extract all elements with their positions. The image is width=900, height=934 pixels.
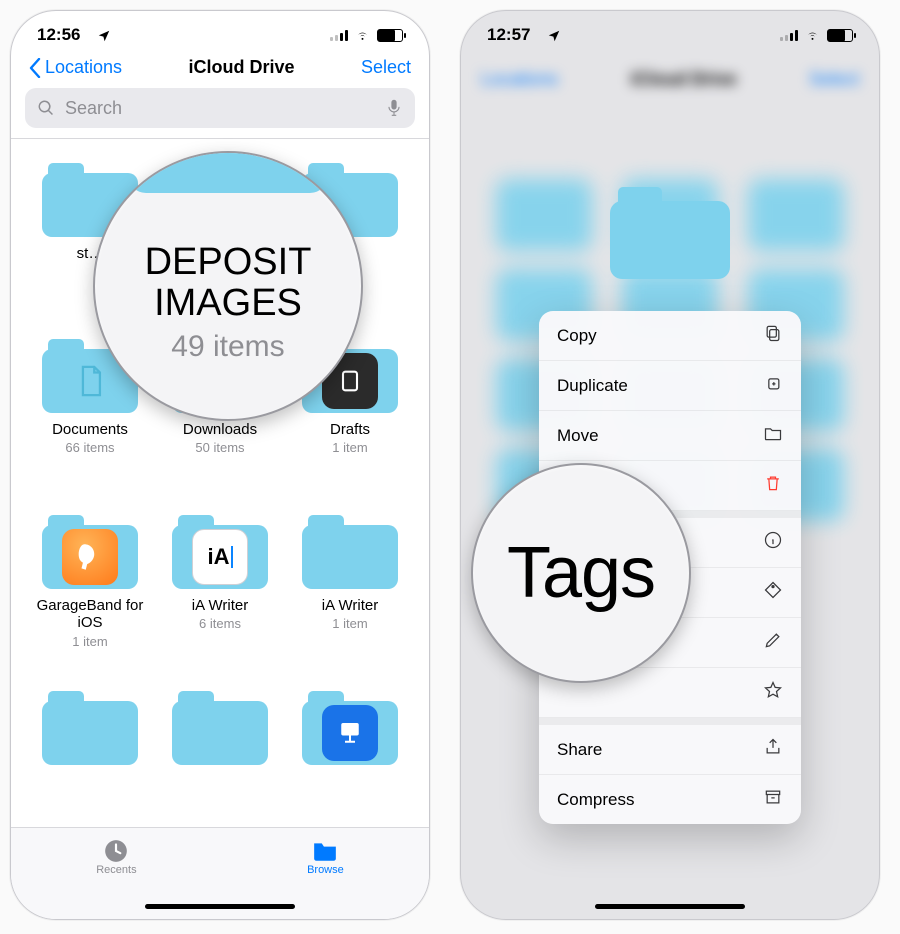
folder-item[interactable]: GarageBand for iOS 1 item [25,515,155,685]
folder-icon [310,838,340,864]
copy-icon [763,323,783,348]
folder-peek-icon [128,151,328,193]
folder-subtitle: 50 items [195,440,244,455]
menu-item-label: Share [557,740,763,760]
callout-deposit-images: DEPOSIT IMAGES 49 items [93,151,363,421]
search-field[interactable] [25,88,415,128]
plain-icon [172,701,268,765]
status-time: 12:57 [487,25,530,45]
cellular-icon [780,29,798,41]
tab-recents[interactable]: Recents [96,838,136,876]
nav-bar: Locations iCloud Drive Select [11,51,429,88]
battery-icon [827,29,853,42]
ia-icon: iA [172,525,268,589]
screenshot-browse: 12:56 Locations iCloud Drive Select [10,10,430,920]
star-icon [763,680,783,705]
callout-line1: DEPOSIT [145,241,312,283]
callout-tags: Tags [471,463,691,683]
gb-icon [42,525,138,589]
folder-name: Downloads [183,421,257,438]
plain-icon [42,701,138,765]
back-button[interactable]: Locations [29,57,122,78]
menu-item-label: Duplicate [557,376,763,396]
blurred-nav: LocationsiCloud DriveSelect [461,63,879,96]
tab-bar: Recents Browse [11,827,429,919]
menu-item-archive[interactable]: Compress [539,775,801,824]
home-indicator[interactable] [595,904,745,909]
location-arrow-icon [547,28,561,48]
tag-icon [763,580,783,605]
status-time: 12:56 [37,25,80,45]
screenshot-context-menu: 12:57 LocationsiCloud DriveSelect Copy Du… [460,10,880,920]
folder-subtitle: 1 item [72,634,107,649]
menu-item-label: Move [557,426,763,446]
folder-subtitle: 1 item [332,440,367,455]
tab-browse[interactable]: Browse [307,838,344,876]
pencil-icon [763,630,783,655]
focused-folder[interactable] [610,187,730,279]
plain-icon [302,525,398,589]
menu-item-copy[interactable]: Copy [539,311,801,361]
wifi-icon [354,29,371,42]
battery-icon [377,29,403,42]
folder-subtitle: 1 item [332,616,367,631]
menu-item-label: Copy [557,326,763,346]
menu-item-share[interactable]: Share [539,725,801,775]
location-arrow-icon [97,28,111,48]
folder-name: iA Writer [322,597,378,614]
search-icon [37,99,55,117]
status-bar: 12:57 [461,11,879,51]
callout-text: Tags [507,532,655,614]
status-bar: 12:56 [11,11,429,51]
menu-item-folder[interactable]: Move [539,411,801,461]
tab-browse-label: Browse [307,864,344,876]
search-input[interactable] [63,97,385,120]
folder-item[interactable]: iA iA Writer 6 items [155,515,285,685]
clock-icon [101,838,131,864]
menu-item-duplicate[interactable]: Duplicate [539,361,801,411]
back-label: Locations [45,57,122,78]
info-icon [763,530,783,555]
home-indicator[interactable] [145,904,295,909]
archive-icon [763,787,783,812]
nav-title: iCloud Drive [189,57,295,78]
folder-name: GarageBand for iOS [30,597,150,632]
cellular-icon [330,29,348,41]
folder-subtitle: 66 items [65,440,114,455]
chevron-left-icon [29,58,41,78]
folder-item[interactable]: iA Writer 1 item [285,515,415,685]
share-icon [763,737,783,762]
keynote-icon [302,701,398,765]
wifi-icon [804,29,821,42]
folder-name: Documents [52,421,128,438]
callout-subtitle: 49 items [171,330,284,364]
mic-icon[interactable] [385,99,403,117]
duplicate-icon [763,373,783,398]
folder-name: iA Writer [192,597,248,614]
trash-icon [763,473,783,498]
tab-recents-label: Recents [96,864,136,876]
select-button[interactable]: Select [361,57,411,78]
folder-icon [763,423,783,448]
folder-name: Drafts [330,421,370,438]
callout-line2: IMAGES [154,282,302,324]
menu-item-label: Compress [557,790,763,810]
folder-subtitle: 6 items [199,616,241,631]
